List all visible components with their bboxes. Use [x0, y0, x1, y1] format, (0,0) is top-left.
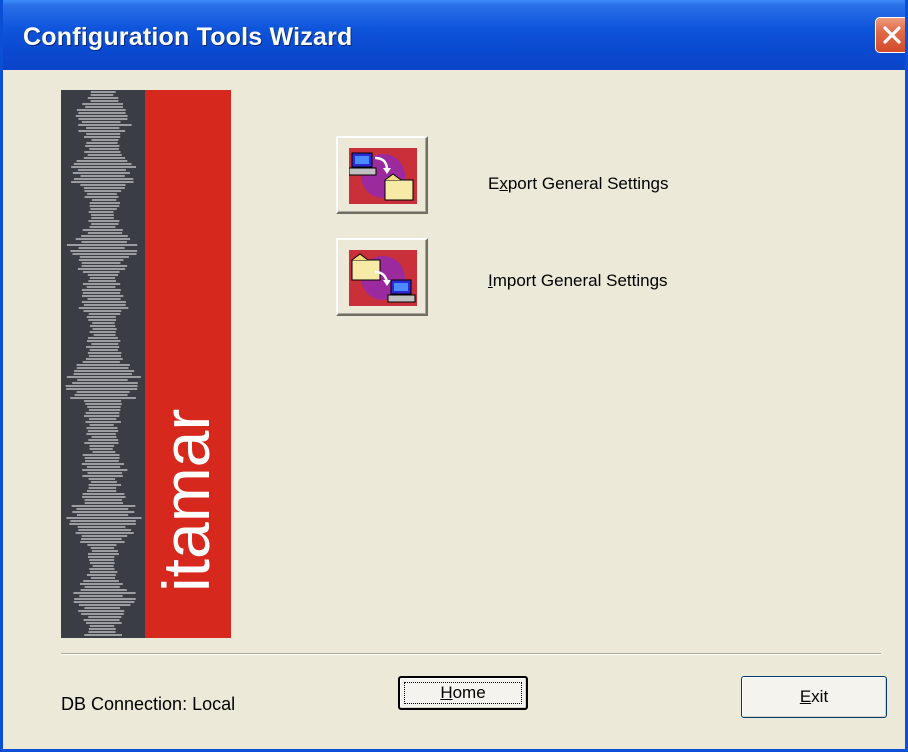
title-bar[interactable]: Configuration Tools Wizard	[3, 0, 905, 70]
import-settings-icon	[349, 250, 417, 306]
brand-text: itamar	[149, 409, 223, 592]
home-button-label: Home	[440, 683, 486, 702]
home-button[interactable]: Home	[398, 676, 528, 710]
itamar-logo: itamar	[61, 90, 231, 638]
footer-separator	[61, 653, 881, 655]
itamar-banner: itamar	[61, 90, 231, 638]
exit-button[interactable]: Exit	[741, 676, 887, 718]
db-connection-status: DB Connection: Local	[61, 694, 236, 714]
exit-button-label: Exit	[799, 687, 829, 706]
export-settings-button[interactable]	[336, 136, 428, 214]
import-settings-button[interactable]	[336, 238, 428, 316]
close-icon	[883, 26, 901, 44]
export-settings-label[interactable]: Export General Settings	[488, 174, 669, 194]
wizard-window: Configuration Tools Wizard itamar Export…	[0, 0, 908, 752]
export-settings-icon	[349, 148, 417, 204]
window-title: Configuration Tools Wizard	[23, 23, 353, 51]
close-button[interactable]	[875, 17, 905, 53]
import-settings-label[interactable]: Import General Settings	[488, 271, 668, 291]
